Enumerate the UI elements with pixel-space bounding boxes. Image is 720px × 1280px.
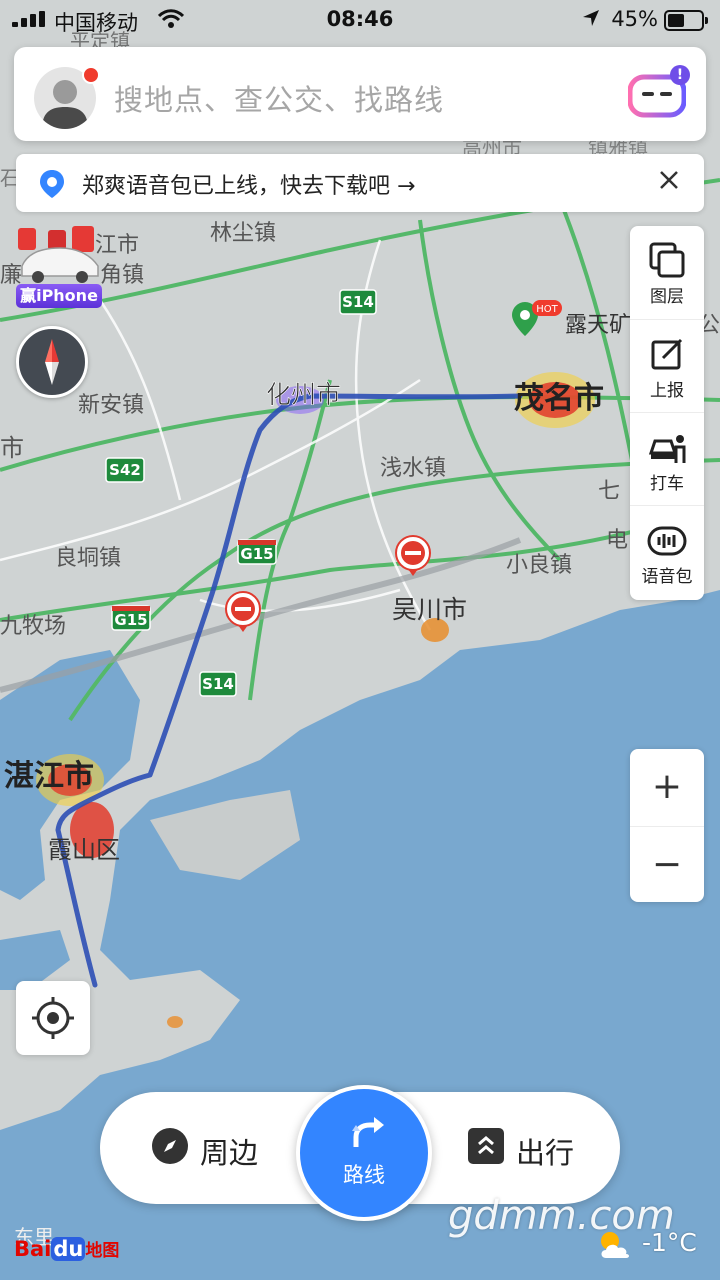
- nearby-button[interactable]: 周边: [152, 1128, 258, 1170]
- promo-label[interactable]: 赢iPhone: [16, 284, 102, 308]
- svg-text:G15: G15: [114, 611, 147, 629]
- tool-label: 语音包: [641, 567, 693, 587]
- tool-label: 上报: [650, 381, 684, 401]
- road-shield-g15-a: G15: [237, 539, 277, 565]
- locate-me-button[interactable]: [16, 981, 90, 1055]
- partly-cloudy-icon: [601, 1232, 629, 1258]
- nearby-label: 周边: [200, 1136, 259, 1170]
- svg-text:S14: S14: [202, 675, 234, 693]
- report-icon: [651, 338, 683, 370]
- promo-banner[interactable]: 赢iPhone: [14, 222, 104, 312]
- close-icon[interactable]: [654, 165, 684, 195]
- label-xinan: 新安镇: [78, 393, 144, 418]
- search-bar[interactable]: 搜地点、查公交、找路线 !: [14, 47, 706, 141]
- svg-text:G15: G15: [240, 545, 273, 563]
- label-xiaoliang: 小良镇: [506, 553, 572, 578]
- location-pin-icon: [40, 170, 64, 198]
- zoom-control: + −: [630, 749, 704, 902]
- battery-percent: 45%: [611, 7, 658, 31]
- zoom-in-button[interactable]: +: [630, 749, 704, 825]
- label-maoming: 茂名市: [514, 381, 604, 416]
- weather-widget[interactable]: -1°C: [596, 1228, 706, 1264]
- label-qi: 七: [598, 479, 620, 504]
- compass-nearby-icon: [152, 1128, 188, 1164]
- label-linchen: 林尘镇: [210, 221, 276, 246]
- notice-text[interactable]: 郑爽语音包已上线，快去下载吧 →: [82, 168, 415, 200]
- label-zhanjiang: 湛江市: [4, 759, 94, 794]
- label-qianshui: 浅水镇: [380, 456, 446, 481]
- trip-label: 出行: [516, 1136, 575, 1170]
- label-lutian: 露天矿: [565, 313, 631, 338]
- hot-badge: HOT: [532, 300, 562, 316]
- assistant-badge: !: [670, 65, 690, 85]
- status-bar: 中国移动 08:46 45%: [0, 0, 720, 40]
- label-dian: 电: [606, 528, 628, 553]
- tool-report[interactable]: 上报: [630, 319, 704, 413]
- label-shitou: 角镇: [100, 263, 144, 288]
- route-button[interactable]: 路线: [296, 1085, 432, 1221]
- tool-label: 打车: [650, 474, 684, 494]
- route-label: 路线: [343, 1163, 385, 1187]
- label-huazhou: 化州市: [266, 380, 341, 409]
- map-tools-panel: 图层 上报 打车 语音包: [630, 226, 704, 600]
- baidu-map-logo: Baidu 地图: [14, 1237, 120, 1261]
- voice-pack-notice[interactable]: 郑爽语音包已上线，快去下载吧 →: [16, 154, 704, 212]
- svg-text:S14: S14: [342, 293, 374, 311]
- layers-icon: [649, 242, 685, 278]
- svg-text:S42: S42: [109, 461, 141, 479]
- temperature: -1°C: [642, 1228, 697, 1257]
- label-left-city: 市: [0, 434, 24, 462]
- search-input[interactable]: 搜地点、查公交、找路线: [114, 77, 444, 119]
- voice-pack-icon: [647, 526, 687, 556]
- battery-icon: [664, 10, 708, 31]
- crosshair-icon: [32, 997, 74, 1039]
- road-shield-s14-top: S14: [339, 289, 377, 315]
- tool-layers[interactable]: 图层: [630, 226, 704, 319]
- label-jiuzhuang: 九牧场: [0, 614, 66, 639]
- road-shield-s14-bottom: S14: [199, 671, 237, 697]
- label-liangdong: 良垌镇: [55, 546, 121, 571]
- label-xiashan: 霞山区: [48, 836, 120, 864]
- zoom-out-button[interactable]: −: [630, 826, 704, 903]
- road-shield-s42: S42: [105, 457, 145, 483]
- tool-voice-pack[interactable]: 语音包: [630, 505, 704, 599]
- compass-icon: [45, 339, 59, 385]
- road-shield-g15-b: G15: [111, 605, 151, 631]
- compass-button[interactable]: [16, 326, 88, 398]
- tool-label: 图层: [650, 287, 684, 307]
- notification-dot: [82, 66, 100, 84]
- location-arrow-icon: [583, 10, 599, 26]
- route-arrow-icon: [352, 1117, 384, 1147]
- tool-taxi[interactable]: 打车: [630, 412, 704, 506]
- car-promo-icon: [18, 226, 99, 283]
- svg-text:HOT: HOT: [536, 304, 558, 315]
- trip-button[interactable]: 出行: [468, 1128, 574, 1170]
- taxi-icon: [648, 435, 686, 463]
- label-wuchuan: 吴川市: [392, 595, 467, 624]
- trip-icon: [468, 1128, 504, 1164]
